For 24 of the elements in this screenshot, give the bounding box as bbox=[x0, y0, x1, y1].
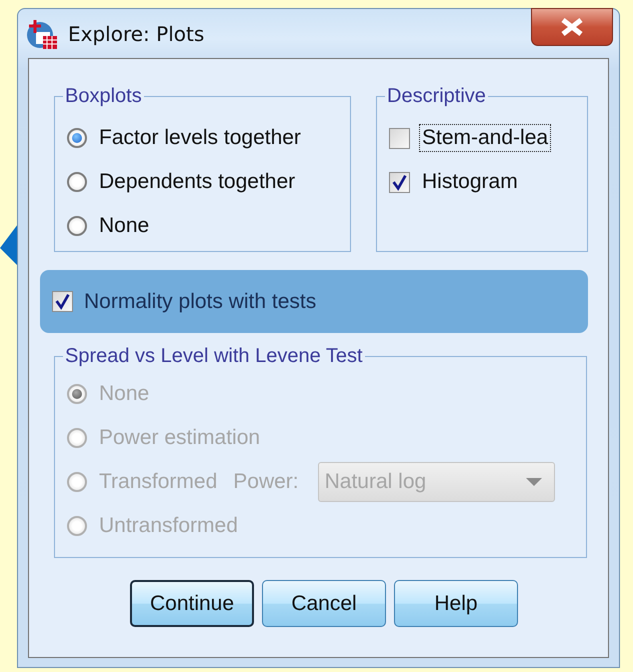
close-icon bbox=[559, 17, 585, 37]
dropdown-caret-icon bbox=[526, 478, 542, 486]
checkbox[interactable] bbox=[389, 128, 410, 148]
option-label[interactable]: Factor levels together bbox=[96, 124, 304, 152]
option-label[interactable]: Histogram bbox=[419, 168, 521, 196]
checkbox[interactable] bbox=[389, 172, 410, 192]
power-label: Power: bbox=[233, 470, 299, 494]
window-title: Explore: Plots bbox=[68, 22, 204, 46]
dialog-button[interactable]: Cancel bbox=[262, 580, 386, 627]
app-icon bbox=[26, 18, 58, 50]
option-label[interactable]: None bbox=[96, 212, 152, 240]
dialog-button[interactable]: Help bbox=[394, 580, 518, 627]
radio-button[interactable] bbox=[67, 172, 87, 192]
group-title: Descriptive bbox=[386, 85, 487, 108]
option-label[interactable]: Dependents together bbox=[96, 168, 298, 196]
radio-button[interactable] bbox=[67, 216, 87, 236]
option-label[interactable]: Normality plots with tests bbox=[81, 288, 320, 316]
option-label[interactable]: Stem-and-lea bbox=[419, 124, 552, 152]
group-title: Boxplots bbox=[64, 85, 143, 108]
checkbox[interactable] bbox=[52, 291, 73, 312]
dialog-button[interactable]: Continue bbox=[130, 580, 254, 627]
group-title: Spread vs Level with Levene Test bbox=[64, 345, 364, 368]
close-button[interactable] bbox=[531, 8, 613, 46]
radio-button[interactable] bbox=[67, 128, 87, 148]
